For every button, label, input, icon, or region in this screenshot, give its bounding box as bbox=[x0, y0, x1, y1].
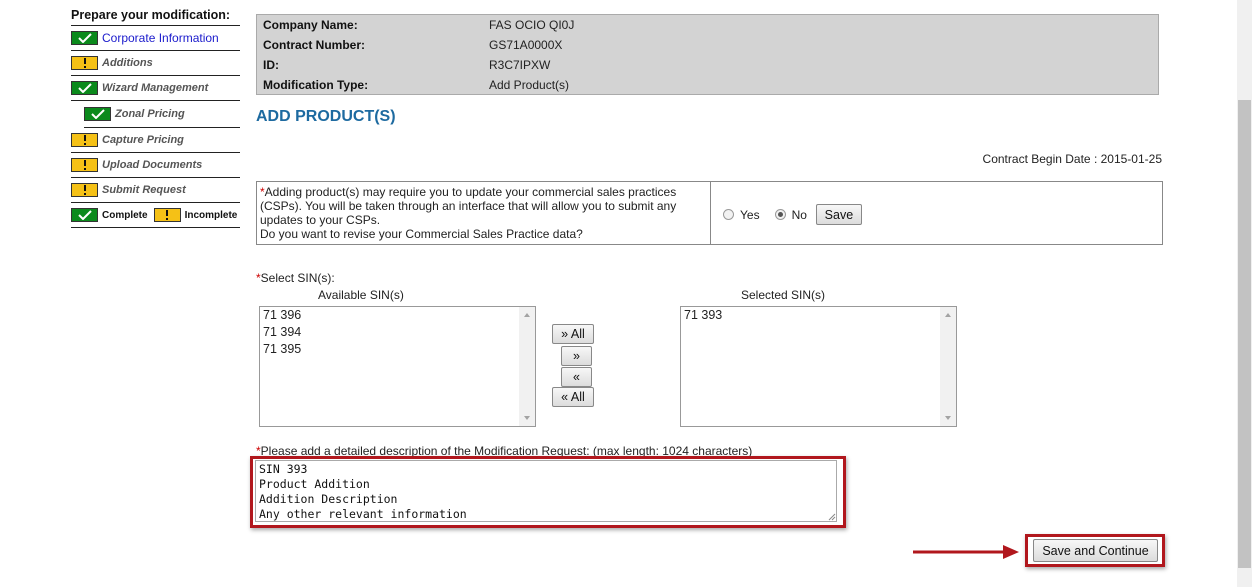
page-title: ADD PRODUCT(S) bbox=[256, 108, 396, 125]
warning-icon bbox=[71, 158, 98, 172]
list-item[interactable]: 71 394 bbox=[260, 324, 535, 341]
description-textarea[interactable]: SIN 393 Product Addition Addition Descri… bbox=[255, 460, 837, 522]
csp-question-text: *Adding product(s) may require you to up… bbox=[260, 185, 710, 241]
legend-complete-label: Complete bbox=[102, 209, 148, 221]
mod-type-value: Add Product(s) bbox=[489, 78, 570, 92]
status-legend: Complete Incomplete bbox=[71, 203, 240, 228]
move-right-button[interactable]: » bbox=[561, 346, 592, 366]
sidebar-item-submit-request: Submit Request bbox=[71, 178, 240, 203]
csp-save-button[interactable]: Save bbox=[815, 204, 862, 225]
sidebar-item-wizard-management: Wizard Management bbox=[71, 76, 240, 101]
sidebar-item-label[interactable]: Corporate Information bbox=[102, 31, 219, 45]
sin-select-label: *Select SIN(s): bbox=[256, 271, 335, 285]
csp-no-label: No bbox=[791, 207, 807, 222]
scroll-down-icon bbox=[945, 416, 951, 420]
selected-sin-list[interactable]: 71 393 bbox=[680, 306, 957, 427]
csp-controls: Yes No Save bbox=[723, 204, 862, 225]
contract-label: Contract Number: bbox=[263, 38, 366, 52]
available-sin-list[interactable]: 71 396 71 394 71 395 bbox=[259, 306, 536, 427]
csp-yes-radio[interactable] bbox=[723, 209, 734, 220]
sidebar-item-label: Wizard Management bbox=[102, 82, 209, 94]
sin-label-text: Select SIN(s): bbox=[260, 271, 335, 285]
move-left-button[interactable]: « bbox=[561, 367, 592, 387]
sidebar-item-additions: Additions bbox=[71, 51, 240, 76]
legend-incomplete-label: Incomplete bbox=[184, 209, 238, 221]
page-scrollbar[interactable] bbox=[1237, 0, 1252, 587]
sidebar-item-capture-pricing: Capture Pricing bbox=[71, 128, 240, 153]
divider bbox=[710, 182, 711, 244]
scroll-up-icon bbox=[945, 313, 951, 317]
available-sin-heading: Available SIN(s) bbox=[318, 288, 404, 302]
contract-info-panel: Company Name: FAS OCIO QI0J Contract Num… bbox=[256, 14, 1159, 95]
warning-icon bbox=[71, 56, 98, 70]
sidebar-item-upload-documents: Upload Documents bbox=[71, 153, 240, 178]
list-item[interactable]: 71 393 bbox=[681, 307, 956, 324]
warning-icon bbox=[71, 133, 98, 147]
check-icon bbox=[71, 81, 98, 95]
sidebar-item-zonal-pricing: Zonal Pricing bbox=[84, 101, 240, 128]
scrollbar-thumb[interactable] bbox=[1238, 100, 1251, 568]
contract-begin-date: Contract Begin Date : 2015-01-25 bbox=[982, 152, 1162, 166]
check-icon bbox=[71, 31, 98, 45]
warning-icon bbox=[71, 183, 98, 197]
move-all-left-button[interactable]: « All bbox=[552, 387, 594, 407]
csp-yes-label: Yes bbox=[740, 207, 760, 222]
sidebar-item-label: Zonal Pricing bbox=[115, 108, 185, 120]
sidebar-item-corporate-information[interactable]: Corporate Information bbox=[71, 26, 240, 51]
check-icon bbox=[71, 208, 98, 222]
save-and-continue-button[interactable]: Save and Continue bbox=[1033, 539, 1158, 562]
scroll-down-icon bbox=[524, 416, 530, 420]
company-label: Company Name: bbox=[263, 18, 358, 32]
move-all-right-button[interactable]: » All bbox=[552, 324, 594, 344]
sidebar-item-label: Submit Request bbox=[102, 184, 186, 196]
check-icon bbox=[84, 107, 111, 121]
csp-text-line: (CSPs). You will be taken through an int… bbox=[260, 199, 677, 213]
arrow-right-icon bbox=[913, 545, 1019, 559]
id-label: ID: bbox=[263, 58, 279, 72]
contract-value: GS71A0000X bbox=[489, 38, 563, 52]
csp-text-line: Do you want to revise your Commercial Sa… bbox=[260, 227, 583, 241]
modification-steps-sidebar: Prepare your modification: Corporate Inf… bbox=[71, 8, 240, 228]
id-value: R3C7IPXW bbox=[489, 58, 551, 72]
sidebar-title: Prepare your modification: bbox=[71, 8, 240, 26]
company-value: FAS OCIO QI0J bbox=[489, 18, 575, 32]
selected-sin-heading: Selected SIN(s) bbox=[741, 288, 826, 302]
csp-text-line: Adding product(s) may require you to upd… bbox=[264, 185, 677, 199]
sidebar-item-label: Additions bbox=[102, 57, 153, 69]
csp-no-radio[interactable] bbox=[774, 209, 786, 220]
warning-icon bbox=[153, 208, 181, 222]
scroll-up-icon bbox=[524, 313, 530, 317]
sidebar-item-label: Capture Pricing bbox=[102, 134, 184, 146]
csp-question-box: *Adding product(s) may require you to up… bbox=[256, 181, 1163, 245]
csp-text-line: updates to your CSPs. bbox=[260, 213, 381, 227]
list-item[interactable]: 71 395 bbox=[260, 341, 535, 358]
resize-grip-icon[interactable] bbox=[828, 513, 836, 521]
scrollbar[interactable] bbox=[940, 307, 956, 426]
scrollbar[interactable] bbox=[519, 307, 535, 426]
mod-type-label: Modification Type: bbox=[263, 78, 369, 92]
list-item[interactable]: 71 396 bbox=[260, 307, 535, 324]
sidebar-item-label: Upload Documents bbox=[102, 159, 203, 171]
